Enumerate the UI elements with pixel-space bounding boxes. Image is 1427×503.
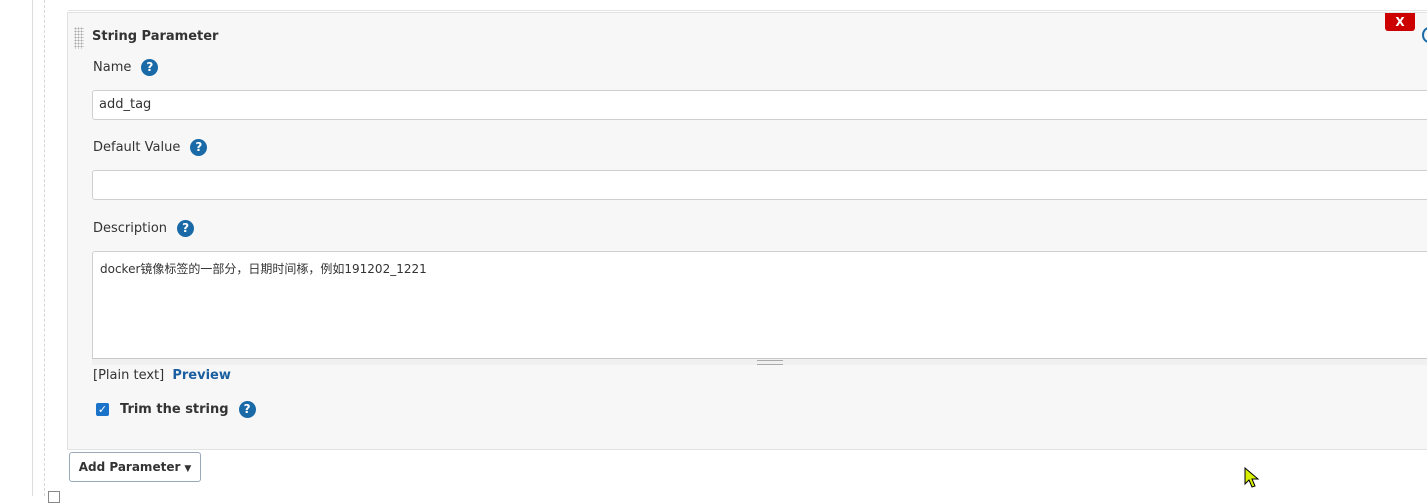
name-label-row: Name ?: [93, 59, 159, 76]
trim-label: Trim the string: [120, 402, 229, 417]
preview-link[interactable]: Preview: [172, 368, 231, 383]
trim-checkbox[interactable]: ✓: [96, 403, 109, 416]
description-label: Description: [93, 221, 168, 236]
help-icon[interactable]: ?: [141, 59, 159, 76]
left-border-line: [32, 0, 33, 496]
string-parameter-panel: X String Parameter Name ? add_tag Defaul…: [67, 12, 1427, 450]
help-icon[interactable]: ?: [190, 139, 208, 156]
checkbox-partial[interactable]: [48, 491, 60, 503]
default-value-input[interactable]: [92, 170, 1427, 200]
default-value-label: Default Value: [93, 140, 181, 155]
description-textarea[interactable]: docker镜像标签的一部分，日期时间椓，例如191202_1221: [92, 251, 1427, 363]
format-row: [Plain text] Preview: [93, 368, 231, 383]
delete-parameter-button[interactable]: X: [1385, 13, 1415, 31]
default-value-label-row: Default Value ?: [93, 139, 208, 156]
name-input[interactable]: add_tag: [92, 90, 1427, 120]
parameter-type-title: String Parameter: [92, 29, 219, 44]
caret-down-icon: ▼: [184, 464, 192, 474]
drag-handle-icon[interactable]: [74, 27, 84, 49]
name-label: Name: [93, 60, 132, 75]
description-label-row: Description ?: [93, 220, 195, 237]
add-parameter-button[interactable]: Add Parameter ▼: [69, 452, 201, 482]
textarea-resize-handle[interactable]: [92, 358, 1427, 365]
resize-grip-icon: [757, 360, 783, 365]
left-dashed-line: [44, 0, 45, 496]
add-parameter-label: Add Parameter: [78, 460, 181, 474]
trim-row: ✓ Trim the string ?: [96, 401, 256, 418]
plain-text-label: [Plain text]: [93, 368, 165, 383]
help-icon[interactable]: ?: [238, 401, 256, 418]
mouse-cursor-icon: [1244, 467, 1260, 488]
help-icon[interactable]: ?: [177, 220, 195, 237]
previous-section-bottom: [68, 0, 1427, 11]
